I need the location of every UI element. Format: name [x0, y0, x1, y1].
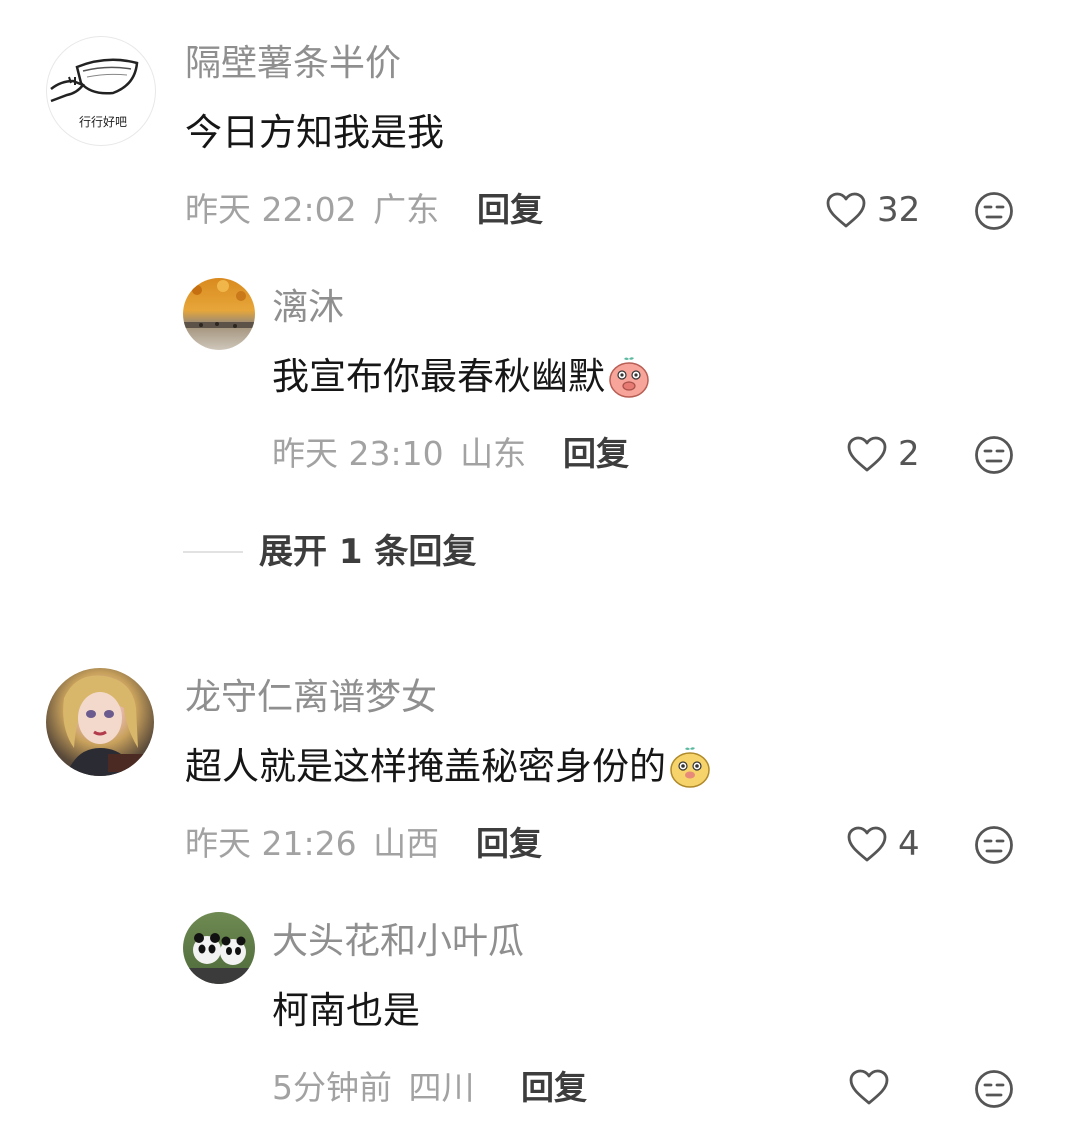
comment-text: 柯南也是: [272, 989, 420, 1032]
location-label: 山西: [373, 824, 440, 863]
bear-emoji: [670, 747, 710, 788]
anime-girl-portrait: [63, 675, 148, 776]
comment-text-content: 我宣布你最春秋幽默: [272, 355, 605, 398]
time-label: 昨天 22:02: [185, 190, 357, 229]
like-count: 2: [898, 434, 920, 474]
comment-time: 昨天 22:02 广东: [185, 190, 439, 230]
heart-icon: [826, 192, 866, 228]
comment-time: 昨天 21:26 山西: [185, 824, 439, 864]
like-button[interactable]: [848, 1068, 900, 1106]
reply-button[interactable]: 回复: [476, 824, 542, 864]
dislike-face-icon[interactable]: [974, 825, 1014, 865]
expand-replies-button[interactable]: 展开 1 条回复: [183, 530, 476, 574]
reply-button[interactable]: 回复: [477, 190, 543, 230]
comment-text: 我宣布你最春秋幽默: [272, 354, 651, 400]
comment-text: 超人就是这样掩盖秘密身份的: [185, 744, 712, 790]
location-label: 四川: [408, 1068, 475, 1107]
avatar[interactable]: [183, 278, 255, 350]
heart-icon: [849, 1069, 889, 1105]
username[interactable]: 隔壁薯条半价: [185, 42, 401, 86]
time-label: 5分钟前: [272, 1068, 392, 1107]
like-count: 32: [877, 190, 921, 230]
dislike-face-icon[interactable]: [974, 1069, 1014, 1109]
avatar[interactable]: [183, 912, 255, 984]
avatar[interactable]: [46, 668, 154, 776]
comment-text-content: 超人就是这样掩盖秘密身份的: [185, 745, 666, 788]
landscape-photo: [183, 280, 255, 328]
like-button[interactable]: 4: [846, 824, 920, 864]
comment-time: 昨天 23:10 山东: [272, 434, 526, 474]
location-label: 广东: [373, 190, 440, 229]
pig-emoji: [609, 357, 649, 398]
panda-photo: [183, 933, 255, 984]
like-button[interactable]: 32: [825, 190, 920, 230]
divider-line: [183, 551, 243, 553]
username[interactable]: 漓沐: [272, 286, 344, 330]
avatar-caption: 行行好吧: [79, 115, 128, 129]
dislike-face-icon[interactable]: [974, 435, 1014, 475]
like-count: 4: [898, 824, 920, 864]
heart-icon: [847, 826, 887, 862]
expand-replies-label: 展开 1 条回复: [259, 532, 477, 572]
location-label: 山东: [460, 434, 527, 473]
avatar[interactable]: 行行好吧: [46, 36, 156, 146]
time-label: 昨天 23:10: [272, 434, 444, 473]
username[interactable]: 大头花和小叶瓜: [272, 920, 524, 964]
reply-button[interactable]: 回复: [563, 434, 629, 474]
comment-time: 5分钟前 四川: [272, 1068, 475, 1108]
dislike-face-icon[interactable]: [974, 191, 1014, 231]
heart-icon: [847, 436, 887, 472]
like-button[interactable]: 2: [846, 434, 920, 474]
reply-button[interactable]: 回复: [521, 1068, 587, 1108]
comment-text: 今日方知我是我: [185, 111, 444, 154]
username[interactable]: 龙守仁离谱梦女: [185, 676, 437, 720]
time-label: 昨天 21:26: [185, 824, 357, 863]
